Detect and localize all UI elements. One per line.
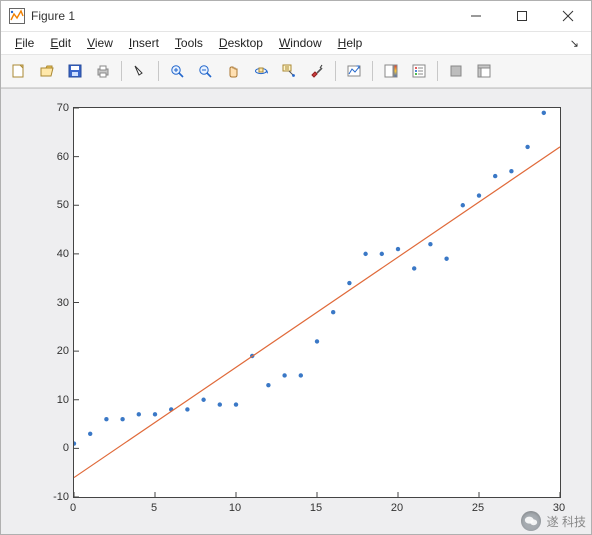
axes[interactable] — [73, 107, 561, 498]
minimize-button[interactable] — [453, 1, 499, 31]
edit-plot-icon[interactable] — [127, 58, 153, 84]
toolbar-separator — [121, 61, 122, 81]
scatter-point — [120, 417, 124, 421]
y-tick-label: 50 — [29, 199, 69, 211]
fit-line — [74, 147, 560, 478]
scatter-point — [444, 257, 448, 261]
y-tick-label: 30 — [29, 297, 69, 309]
menu-help[interactable]: Help — [330, 34, 371, 52]
x-tick-label: 5 — [151, 502, 157, 514]
scatter-point — [347, 281, 351, 285]
zoom-out-icon[interactable] — [192, 58, 218, 84]
menu-overflow-icon[interactable]: ↘ — [564, 37, 585, 50]
scatter-point — [525, 145, 529, 149]
wechat-icon — [521, 511, 541, 531]
scatter-point — [493, 174, 497, 178]
scatter-point — [396, 247, 400, 251]
figure-canvas[interactable]: -10010203040506070051015202530 — [1, 88, 591, 534]
menu-insert[interactable]: Insert — [121, 34, 167, 52]
y-tick-label: 0 — [29, 442, 69, 454]
scatter-point — [509, 169, 513, 173]
zoom-in-icon[interactable] — [164, 58, 190, 84]
scatter-point — [542, 111, 546, 115]
x-tick-label: 10 — [229, 502, 241, 514]
scatter-point — [331, 310, 335, 314]
pan-icon[interactable] — [220, 58, 246, 84]
rotate-3d-icon[interactable] — [248, 58, 274, 84]
scatter-point — [218, 402, 222, 406]
menu-edit[interactable]: Edit — [42, 34, 79, 52]
y-tick-label: 20 — [29, 345, 69, 357]
toolbar-separator — [158, 61, 159, 81]
matlab-figure-icon — [9, 8, 25, 24]
scatter-point — [299, 373, 303, 377]
scatter-point — [88, 432, 92, 436]
menu-view[interactable]: View — [79, 34, 121, 52]
scatter-point — [104, 417, 108, 421]
scatter-point — [428, 242, 432, 246]
menu-file[interactable]: File — [7, 34, 42, 52]
save-icon[interactable] — [62, 58, 88, 84]
y-tick-label: 40 — [29, 248, 69, 260]
window-controls — [453, 1, 591, 31]
toolbar-separator — [372, 61, 373, 81]
y-tick-label: 10 — [29, 394, 69, 406]
scatter-point — [412, 266, 416, 270]
scatter-point — [380, 252, 384, 256]
hide-plot-tools-icon[interactable] — [443, 58, 469, 84]
insert-colorbar-icon[interactable] — [378, 58, 404, 84]
x-tick-label: 20 — [391, 502, 403, 514]
data-cursor-icon[interactable] — [276, 58, 302, 84]
watermark: 遂 科技 — [521, 511, 586, 531]
open-icon[interactable] — [34, 58, 60, 84]
new-figure-icon[interactable] — [6, 58, 32, 84]
toolbar-separator — [437, 61, 438, 81]
menu-desktop[interactable]: Desktop — [211, 34, 271, 52]
brush-icon[interactable] — [304, 58, 330, 84]
insert-legend-icon[interactable] — [406, 58, 432, 84]
maximize-button[interactable] — [499, 1, 545, 31]
show-plot-tools-icon[interactable] — [471, 58, 497, 84]
scatter-point — [153, 412, 157, 416]
scatter-point — [282, 373, 286, 377]
axes-plot — [74, 108, 560, 497]
x-tick-label: 25 — [472, 502, 484, 514]
x-tick-label: 15 — [310, 502, 322, 514]
y-tick-label: 70 — [29, 102, 69, 114]
watermark-text: 遂 科技 — [547, 513, 586, 530]
menubar: File Edit View Insert Tools Desktop Wind… — [1, 32, 591, 55]
scatter-point — [461, 203, 465, 207]
figure-window: Figure 1 File Edit View Insert Tools Des… — [0, 0, 592, 535]
y-tick-label: -10 — [29, 491, 69, 503]
scatter-point — [201, 398, 205, 402]
scatter-point — [137, 412, 141, 416]
titlebar: Figure 1 — [1, 1, 591, 32]
scatter-point — [185, 407, 189, 411]
link-plot-icon[interactable] — [341, 58, 367, 84]
scatter-point — [234, 402, 238, 406]
scatter-point — [266, 383, 270, 387]
toolbar — [1, 55, 591, 88]
y-tick-label: 60 — [29, 151, 69, 163]
window-title: Figure 1 — [31, 9, 453, 23]
x-tick-label: 0 — [70, 502, 76, 514]
print-icon[interactable] — [90, 58, 116, 84]
scatter-point — [477, 193, 481, 197]
scatter-point — [74, 441, 76, 445]
close-button[interactable] — [545, 1, 591, 31]
scatter-point — [363, 252, 367, 256]
toolbar-separator — [335, 61, 336, 81]
scatter-point — [315, 339, 319, 343]
menu-window[interactable]: Window — [271, 34, 330, 52]
menu-tools[interactable]: Tools — [167, 34, 211, 52]
